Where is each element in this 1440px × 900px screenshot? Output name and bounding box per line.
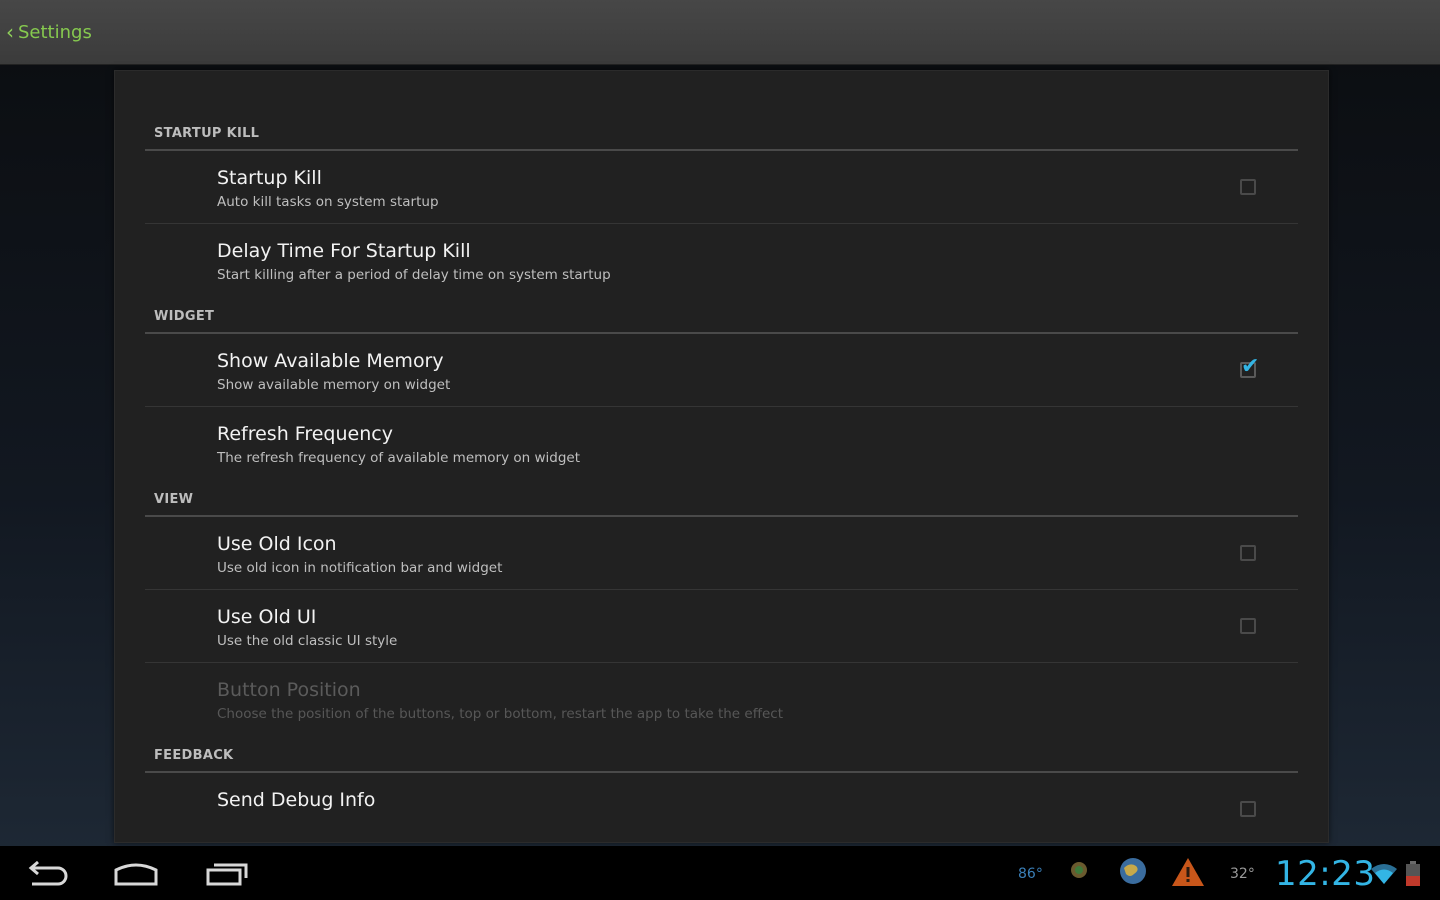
checkbox[interactable]: ✔: [1240, 356, 1259, 378]
pref-title: Use Old Icon: [217, 533, 337, 555]
home-icon: [114, 863, 158, 886]
up-navigation-button[interactable]: ‹ Settings: [6, 22, 92, 43]
category-header: STARTUP KILL: [145, 99, 1298, 151]
pref-show-available-memory[interactable]: Show Available Memory Show available mem…: [145, 334, 1298, 407]
pref-summary: Use the old classic UI style: [217, 633, 398, 649]
pref-use-old-icon[interactable]: Use Old Icon Use old icon in notificatio…: [145, 517, 1298, 590]
temperature-right: 32°: [1230, 866, 1255, 882]
category-header: FEEDBACK: [145, 735, 1298, 773]
action-bar-title: Settings: [18, 21, 92, 43]
pref-summary: Use old icon in notification bar and wid…: [217, 560, 503, 576]
android-icon: [1071, 862, 1087, 878]
checkbox[interactable]: [1240, 179, 1256, 195]
battery-icon: [1406, 861, 1420, 886]
category-title: FEEDBACK: [154, 748, 234, 763]
pref-use-old-ui[interactable]: Use Old UI Use the old classic UI style: [145, 590, 1298, 663]
pref-summary: The refresh frequency of available memor…: [217, 450, 581, 466]
wifi-icon: [1371, 864, 1397, 884]
action-bar: ‹ Settings: [0, 0, 1440, 65]
checkbox[interactable]: [1240, 545, 1256, 561]
pref-summary: Choose the position of the buttons, top …: [217, 706, 784, 722]
system-navigation-bar: 86° 32° 12:23: [0, 846, 1440, 900]
clock: 12:23: [1275, 854, 1376, 894]
recent-apps-button[interactable]: [196, 856, 256, 890]
category-title: WIDGET: [154, 309, 215, 324]
back-icon: [28, 860, 68, 886]
pref-title: Show Available Memory: [217, 350, 444, 372]
pref-send-debug-info[interactable]: Send Debug Info: [145, 773, 1298, 842]
temperature-left: 86°: [1018, 866, 1043, 882]
category-header: WIDGET: [145, 296, 1298, 334]
pref-title: Use Old UI: [217, 606, 317, 628]
pref-title: Button Position: [217, 679, 361, 701]
pref-refresh-frequency[interactable]: Refresh Frequency The refresh frequency …: [145, 407, 1298, 479]
category-header: VIEW: [145, 479, 1298, 517]
pref-button-position: Button Position Choose the position of t…: [145, 663, 1298, 735]
pref-startup-kill[interactable]: Startup Kill Auto kill tasks on system s…: [145, 151, 1298, 224]
settings-panel: STARTUP KILL Startup Kill Auto kill task…: [114, 70, 1329, 843]
back-button[interactable]: [18, 856, 78, 890]
pref-delay-time[interactable]: Delay Time For Startup Kill Start killin…: [145, 224, 1298, 296]
chevron-left-icon: ‹: [6, 20, 14, 44]
checkmark-icon: ✔: [1241, 354, 1260, 379]
globe-icon: [1120, 858, 1146, 884]
category-title: VIEW: [154, 492, 194, 507]
pref-title: Refresh Frequency: [217, 423, 393, 445]
pref-title: Startup Kill: [217, 167, 322, 189]
home-button[interactable]: [106, 856, 166, 890]
pref-title: Send Debug Info: [217, 789, 376, 811]
checkbox[interactable]: [1240, 618, 1256, 634]
preference-list: STARTUP KILL Startup Kill Auto kill task…: [145, 99, 1298, 842]
checkbox[interactable]: [1240, 801, 1256, 817]
category-title: STARTUP KILL: [154, 126, 260, 141]
pref-summary: Start killing after a period of delay ti…: [217, 267, 611, 283]
warning-icon: [1172, 858, 1204, 886]
recent-apps-icon: [206, 863, 248, 886]
pref-summary: Auto kill tasks on system startup: [217, 194, 439, 210]
pref-summary: Show available memory on widget: [217, 377, 451, 393]
pref-title: Delay Time For Startup Kill: [217, 240, 471, 262]
